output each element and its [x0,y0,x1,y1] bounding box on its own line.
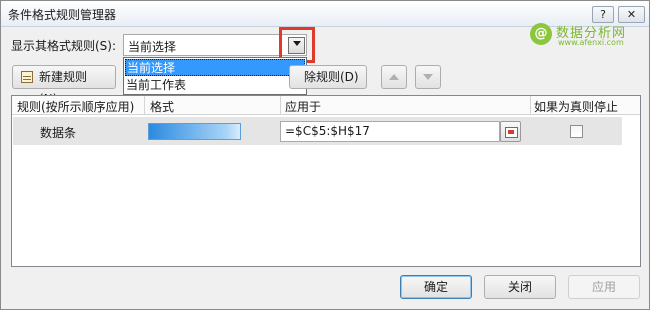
column-header-format: 格式 [150,100,175,114]
rule-name: 数据条 [40,126,77,140]
move-up-button[interactable] [381,65,407,89]
show-rules-selected-value: 当前选择 [128,40,177,54]
show-rules-label: 显示其格式规则(S): [11,39,117,53]
new-rule-button[interactable]: 新建规则(N)... [12,65,116,106]
apply-button[interactable]: 应用 [568,275,640,299]
close-button[interactable]: 关闭 [484,275,556,299]
table-row[interactable]: 数据条 =$C$5:$H$17 [13,117,622,145]
watermark-logo: @ 数据分析网 www.afenxi.com [530,21,645,51]
arrow-down-icon [423,74,433,80]
column-divider[interactable] [530,96,531,115]
delete-rule-label: 除规则(D) [304,70,359,84]
column-header-stop-if-true: 如果为真则停止 [534,100,619,114]
databar-format-preview [148,123,241,140]
rules-table: 规则(按所示顺序应用) 格式 应用于 如果为真则停止 数据条 =$C$5:$H$… [11,95,641,267]
range-select-icon[interactable] [500,121,521,142]
move-down-button[interactable] [415,65,441,89]
arrow-up-icon [389,74,399,80]
watermark-icon: @ [530,23,552,45]
applies-to-value: =$C$5:$H$17 [285,124,370,138]
column-header-applies-to: 应用于 [285,100,322,114]
new-rule-icon [21,71,33,83]
show-rules-dropdown-list: 当前选择 当前工作表 [123,57,307,95]
conditional-format-dialog: 条件格式规则管理器 ? ✕ @ 数据分析网 www.afenxi.com 显示其… [0,0,650,310]
stop-if-true-checkbox[interactable] [570,125,583,138]
column-divider[interactable] [144,96,145,115]
dropdown-option-current-worksheet[interactable]: 当前工作表 [125,77,305,94]
watermark-url: www.afenxi.com [558,38,624,47]
column-divider[interactable] [280,96,281,115]
column-header-rule: 规则(按所示顺序应用) [17,100,135,114]
dropdown-option-current-selection[interactable]: 当前选择 [125,59,305,76]
ok-button[interactable]: 确定 [400,275,472,299]
applies-to-input[interactable]: =$C$5:$H$17 [280,121,500,142]
delete-rule-button[interactable]: 除规则(D) [289,65,367,89]
rules-table-header: 规则(按所示顺序应用) 格式 应用于 如果为真则停止 [12,96,640,115]
window-title: 条件格式规则管理器 [8,8,117,22]
